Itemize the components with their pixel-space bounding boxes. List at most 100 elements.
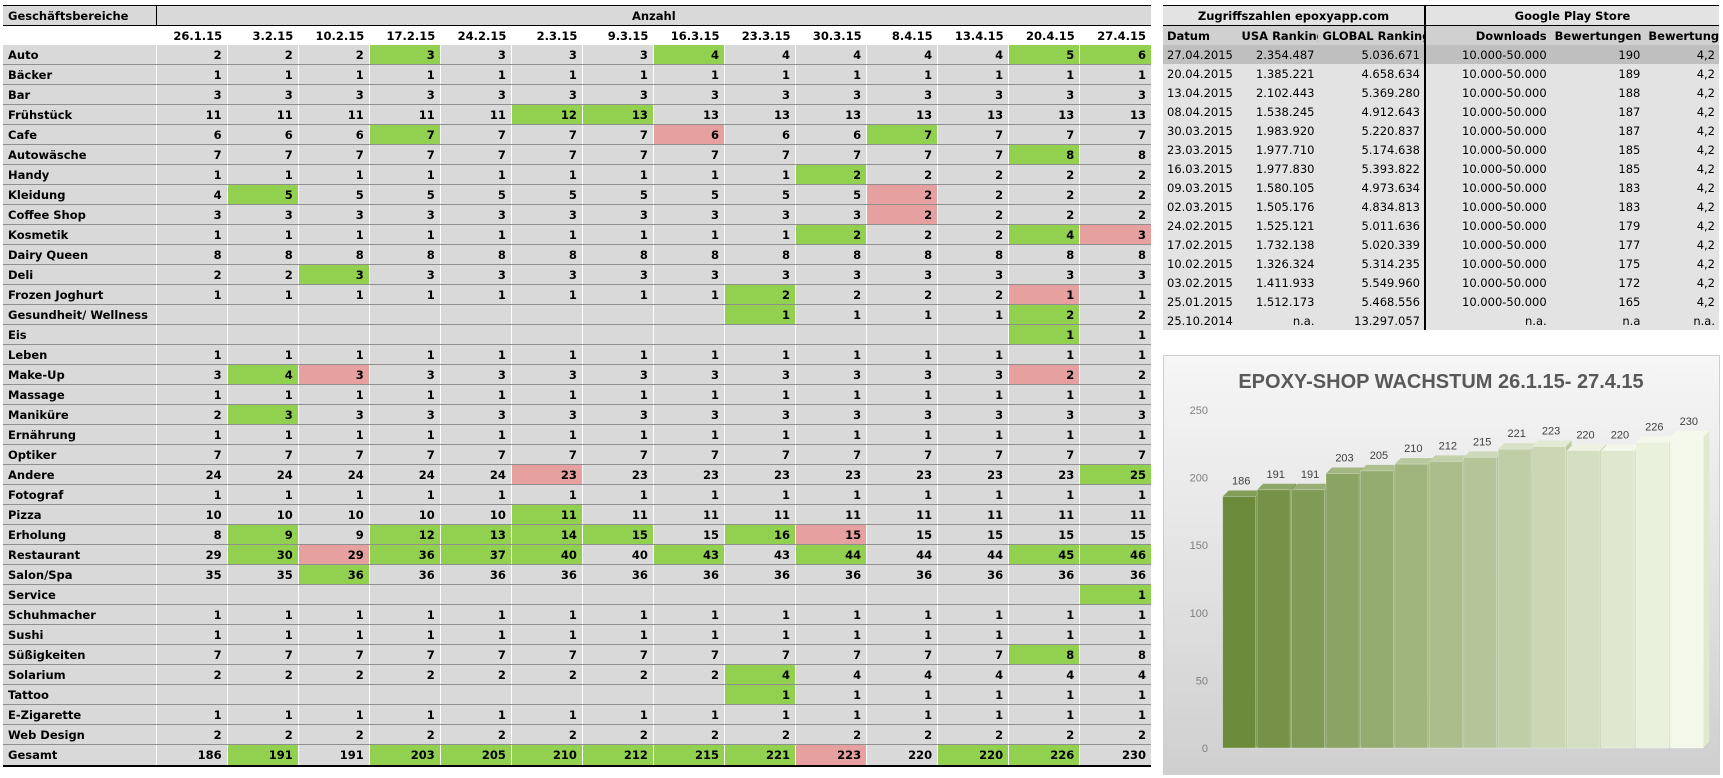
stats-cell: 1.538.245 — [1237, 102, 1319, 121]
count-cell: 4 — [795, 664, 867, 685]
count-cell: 7 — [866, 144, 938, 165]
count-cell: 7 — [226, 444, 299, 465]
count-cell: 36 — [1079, 564, 1151, 585]
bar — [1566, 450, 1601, 749]
bar — [1325, 473, 1360, 749]
count-cell: 3 — [581, 264, 654, 285]
side-column-header: Downloads — [1423, 25, 1551, 45]
count-cell: 11 — [723, 504, 796, 525]
y-tick-label: 100 — [1190, 608, 1208, 620]
count-cell — [297, 684, 370, 705]
count-cell: 3 — [510, 204, 583, 225]
count-cell: 1 — [723, 304, 796, 325]
count-cell: 1 — [510, 224, 583, 245]
category-name: Erholung — [3, 524, 157, 545]
total-value: 210 — [510, 744, 583, 767]
data-label: 191 — [1301, 469, 1319, 481]
stats-cell: 4,2 — [1644, 216, 1719, 235]
count-cell: 36 — [368, 544, 441, 565]
count-cell: 1 — [581, 164, 654, 185]
stats-cell: 185 — [1550, 140, 1645, 159]
count-cell: 44 — [937, 544, 1009, 565]
count-cell: 13 — [1008, 104, 1080, 125]
count-cell: 23 — [652, 464, 725, 485]
table-row: Bäcker 1 1 1 1 1 1 1 1 1 1 1 1 1 1 — [3, 64, 1151, 85]
count-cell: 1 — [937, 604, 1009, 625]
stats-cell: 165 — [1550, 292, 1645, 311]
stats-cell: 183 — [1550, 178, 1645, 197]
count-cell: 1 — [937, 64, 1009, 85]
category-name: Eis — [3, 324, 157, 345]
stats-cell: 1.977.710 — [1237, 140, 1319, 159]
count-cell: 1 — [510, 704, 583, 725]
count-cell — [581, 584, 654, 605]
total-value: 220 — [937, 744, 1009, 767]
count-cell: 1 — [581, 224, 654, 245]
count-cell — [652, 324, 725, 345]
count-cell: 1 — [155, 224, 228, 245]
growth-chart-svg: EPOXY-SHOP WACHSTUM 26.1.15- 27.4.15 0 50 1… — [1190, 371, 1710, 755]
total-value: 186 — [155, 744, 228, 767]
count-cell: 1 — [297, 604, 370, 625]
category-name: Coffee Shop — [3, 204, 157, 225]
data-label: 220 — [1576, 430, 1594, 442]
count-cell: 1 — [937, 344, 1009, 365]
count-cell: 2 — [866, 724, 938, 745]
count-cell: 35 — [155, 564, 228, 585]
count-cell: 1 — [1079, 284, 1151, 305]
count-cell: 8 — [155, 244, 228, 265]
y-tick-label: 50 — [1196, 675, 1208, 687]
count-cell: 1 — [652, 624, 725, 645]
count-cell: 7 — [155, 444, 228, 465]
count-cell: 2 — [1008, 724, 1080, 745]
count-cell: 7 — [652, 144, 725, 165]
bar — [1222, 496, 1257, 749]
table-row: Deli 2 2 3 3 3 3 3 3 3 3 3 3 3 3 — [3, 264, 1151, 285]
count-cell: 15 — [1079, 524, 1151, 545]
count-cell: 8 — [510, 244, 583, 265]
count-cell: 1 — [1079, 684, 1151, 705]
count-cell: 1 — [439, 484, 512, 505]
stats-cell: 189 — [1550, 64, 1645, 83]
count-cell: 2 — [510, 664, 583, 685]
count-cell — [439, 324, 512, 345]
stats-cell: 23.03.2015 — [1163, 140, 1238, 159]
count-cell: 1 — [1008, 624, 1080, 645]
count-cell: 3 — [368, 364, 441, 385]
count-cell: 36 — [510, 564, 583, 585]
count-cell — [439, 684, 512, 705]
count-cell: 1 — [723, 484, 796, 505]
category-name: Schuhmacher — [3, 604, 157, 625]
total-value: 191 — [297, 744, 370, 767]
count-cell: 23 — [1008, 464, 1080, 485]
category-name: Massage — [3, 384, 157, 405]
count-cell: 4 — [937, 664, 1009, 685]
count-cell: 7 — [368, 124, 441, 145]
count-cell — [937, 324, 1009, 345]
stats-cell: 5.369.280 — [1318, 83, 1425, 102]
count-cell: 1 — [510, 164, 583, 185]
count-cell — [795, 584, 867, 605]
stats-row: 23.03.2015 1.977.710 5.174.638 10.000-50.00… — [1163, 140, 1719, 159]
count-cell: 13 — [723, 104, 796, 125]
count-cell: 3 — [226, 84, 299, 105]
count-cell: 1 — [439, 224, 512, 245]
stats-cell: 1.732.138 — [1237, 235, 1319, 254]
count-cell: 2 — [795, 224, 867, 245]
date-header: 20.4.15 — [1008, 25, 1080, 45]
count-cell: 1 — [1079, 384, 1151, 405]
bar-top — [1670, 431, 1710, 438]
count-cell: 1 — [866, 424, 938, 445]
count-cell: 1 — [226, 64, 299, 85]
category-name: Handy — [3, 164, 157, 185]
count-cell: 13 — [866, 104, 938, 125]
stats-cell: 188 — [1550, 83, 1645, 102]
count-cell: 2 — [1079, 724, 1151, 745]
table-row: Massage 1 1 1 1 1 1 1 1 1 1 1 1 1 1 — [3, 384, 1151, 405]
count-cell: 1 — [937, 304, 1009, 325]
stats-cell: 08.04.2015 — [1163, 102, 1238, 121]
side-column-header: Bewertung — [1644, 25, 1719, 45]
count-cell: 7 — [368, 444, 441, 465]
table-row: Coffee Shop 3 3 3 3 3 3 3 3 3 3 2 2 2 2 — [3, 204, 1151, 225]
count-cell: 24 — [155, 464, 228, 485]
